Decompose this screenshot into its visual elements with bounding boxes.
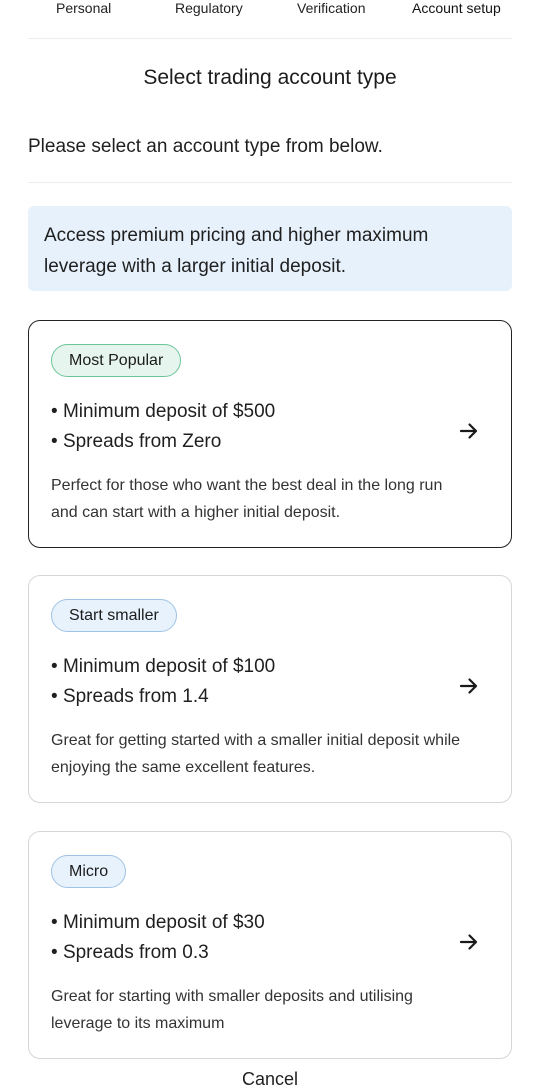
account-card-most-popular[interactable]: Most Popular Minimum deposit of $500 Spr… — [28, 320, 512, 548]
section-divider — [28, 182, 512, 183]
account-card-start-smaller[interactable]: Start smaller Minimum deposit of $100 Sp… — [28, 575, 512, 803]
account-card-micro[interactable]: Micro Minimum deposit of $30 Spreads fro… — [28, 831, 512, 1059]
account-type-page: Personal Regulatory Verification Account… — [0, 0, 540, 1089]
page-title: Select trading account type — [143, 66, 397, 89]
most-popular-badge: Most Popular — [51, 344, 182, 377]
card-features: Minimum deposit of $500 Spreads from Zer… — [51, 397, 275, 457]
micro-badge: Micro — [51, 855, 127, 888]
arrow-right-icon[interactable] — [457, 419, 481, 443]
feature-min-deposit: Minimum deposit of $500 — [51, 397, 275, 427]
feature-min-deposit: Minimum deposit of $100 — [51, 652, 275, 682]
step-verification[interactable]: Verification — [297, 0, 365, 16]
feature-spreads: Spreads from 0.3 — [51, 938, 265, 968]
arrow-right-icon[interactable] — [457, 674, 481, 698]
card-description: Perfect for those who want the best deal… — [51, 477, 443, 521]
page-subtitle: Please select an account type from below… — [28, 136, 383, 157]
start-smaller-badge: Start smaller — [51, 599, 177, 632]
step-personal[interactable]: Personal — [56, 0, 111, 16]
card-features: Minimum deposit of $30 Spreads from 0.3 — [51, 908, 265, 968]
step-regulatory[interactable]: Regulatory — [175, 0, 243, 16]
card-description: Great for starting with smaller deposits… — [51, 988, 413, 1032]
step-account-setup[interactable]: Account setup — [412, 0, 501, 16]
card-description: Great for getting started with a smaller… — [51, 732, 461, 776]
feature-spreads: Spreads from Zero — [51, 427, 275, 457]
feature-spreads: Spreads from 1.4 — [51, 682, 275, 712]
onboarding-stepper: Personal Regulatory Verification Account… — [0, 0, 540, 20]
stepper-divider — [28, 38, 512, 39]
arrow-right-icon[interactable] — [457, 930, 481, 954]
info-banner: Access premium pricing and higher maximu… — [28, 206, 512, 291]
feature-min-deposit: Minimum deposit of $30 — [51, 908, 265, 938]
cancel-button[interactable]: Cancel — [0, 1069, 540, 1089]
card-features: Minimum deposit of $100 Spreads from 1.4 — [51, 652, 275, 712]
